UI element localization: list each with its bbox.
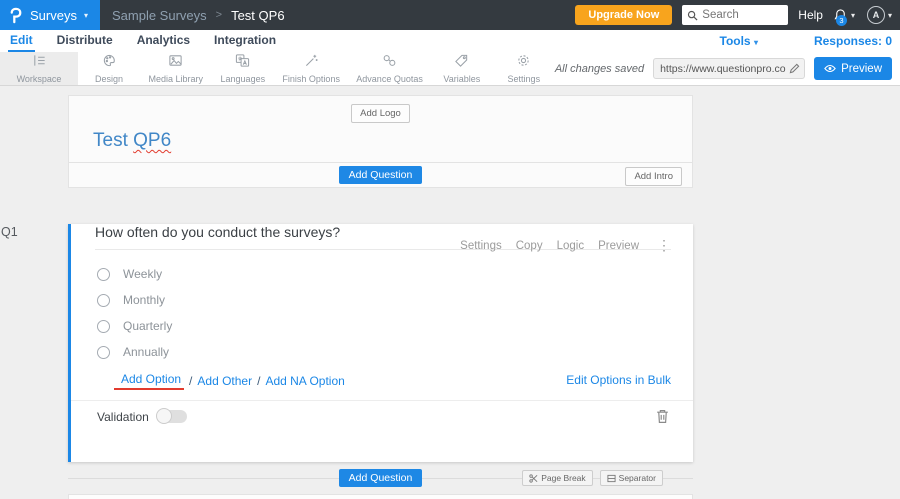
design-icon <box>102 53 117 73</box>
question-menu: Settings Copy Logic Preview ⋮ <box>460 237 671 254</box>
page-structure-buttons: Page Break Separator <box>522 470 663 486</box>
tools-menu[interactable]: Tools ▾ <box>720 34 758 48</box>
toolbar-media-library[interactable]: Media Library <box>140 52 212 85</box>
question-logic-link[interactable]: Logic <box>557 240 585 252</box>
languages-icon <box>235 53 250 73</box>
add-na-option-link[interactable]: Add NA Option <box>265 374 344 388</box>
finish-options-icon <box>304 53 319 73</box>
workspace-icon <box>32 53 47 73</box>
question-preview-link[interactable]: Preview <box>598 240 639 252</box>
option-row[interactable]: Annually <box>71 339 693 365</box>
account-menu[interactable]: A ▾ <box>866 6 892 24</box>
option-row[interactable]: Quarterly <box>71 313 693 339</box>
questionpro-logo <box>9 7 23 24</box>
validation-row: Validation <box>71 401 693 432</box>
toolbar-variables[interactable]: Variables <box>431 52 493 85</box>
breadcrumb-current: Test QP6 <box>231 7 285 23</box>
eye-icon <box>824 64 836 73</box>
add-intro-button[interactable]: Add Intro <box>625 167 682 186</box>
question-settings-link[interactable]: Settings <box>460 240 502 252</box>
option-actions-row: Add Option / Add Other / Add NA Option E… <box>114 372 671 390</box>
chevron-down-icon: ▾ <box>83 10 88 20</box>
tab-edit[interactable]: Edit <box>8 30 35 52</box>
notification-badge: 3 <box>835 14 847 26</box>
radio-icon[interactable] <box>97 293 110 307</box>
page-break-button[interactable]: Page Break <box>522 470 593 486</box>
toggle-knob <box>155 408 172 424</box>
toolbar-design[interactable]: Design <box>78 52 140 85</box>
toolbar-finish-options[interactable]: Finish Options <box>274 52 348 85</box>
radio-icon[interactable] <box>97 267 110 281</box>
tab-analytics[interactable]: Analytics <box>135 30 192 52</box>
radio-icon[interactable] <box>97 345 110 359</box>
upgrade-now-button[interactable]: Upgrade Now <box>575 5 673 25</box>
survey-nav: Edit Distribute Analytics Integration To… <box>0 30 900 52</box>
edit-options-in-bulk-link[interactable]: Edit Options in Bulk <box>566 373 671 387</box>
breadcrumb: Sample Surveys > Test QP6 <box>112 8 285 23</box>
edit-toolbar: Workspace Design Media Library Languages… <box>0 52 900 86</box>
toolbar-right: All changes saved https://www.questionpr… <box>555 52 900 85</box>
advance-quotas-icon <box>382 53 397 73</box>
nav-right: Tools ▾ Responses: 0 <box>720 30 900 52</box>
help-link[interactable]: Help <box>798 8 823 22</box>
product-switcher[interactable]: Surveys ▾ <box>0 0 100 30</box>
survey-column: Add Logo Test QP6 Add Question Add Intro… <box>68 95 693 499</box>
chevron-down-icon: ▾ <box>850 10 855 20</box>
survey-footer-card: Edit Footer Thank You Page <box>68 494 693 499</box>
radio-icon[interactable] <box>97 319 110 333</box>
question-card: Settings Copy Logic Preview ⋮ How often … <box>68 224 693 462</box>
tab-distribute[interactable]: Distribute <box>55 30 115 52</box>
topbar: Surveys ▾ Sample Surveys > Test QP6 Upgr… <box>0 0 900 30</box>
notifications-button[interactable]: 3 ▾ <box>833 8 857 26</box>
variables-icon <box>454 53 469 73</box>
trash-icon[interactable] <box>656 409 669 424</box>
survey-url-field[interactable]: https://www.questionpro.com/t/APNrFZ <box>653 58 806 79</box>
survey-editor: Q1 Add Logo Test QP6 Add Question Add In… <box>0 86 900 499</box>
toolbar-workspace[interactable]: Workspace <box>0 52 78 85</box>
questionpro-app: Surveys ▾ Sample Surveys > Test QP6 Upgr… <box>0 0 900 499</box>
intro-action-row: Add Question Add Intro <box>68 162 693 188</box>
separator-icon <box>607 474 616 483</box>
search-input[interactable] <box>702 9 783 21</box>
survey-header-card: Add Logo Test QP6 <box>68 95 693 163</box>
question-copy-link[interactable]: Copy <box>516 240 543 252</box>
settings-icon <box>516 53 531 73</box>
survey-title-misspelled-word: QP6 <box>133 130 172 151</box>
add-other-link[interactable]: Add Other <box>197 374 252 388</box>
breadcrumb-parent[interactable]: Sample Surveys <box>112 8 207 23</box>
separator-button[interactable]: Separator <box>599 470 663 486</box>
answer-options: Weekly Monthly Quarterly Annually <box>71 261 693 365</box>
pencil-icon[interactable] <box>789 63 800 74</box>
avatar: A <box>866 6 885 24</box>
chevron-down-icon: ▾ <box>887 10 892 20</box>
option-row[interactable]: Weekly <box>71 261 693 287</box>
scissors-icon <box>529 473 538 483</box>
add-question-button-bottom[interactable]: Add Question <box>338 469 423 487</box>
validation-toggle[interactable] <box>155 408 187 424</box>
search-box[interactable] <box>682 5 789 25</box>
breadcrumb-separator-icon: > <box>215 9 223 21</box>
survey-title[interactable]: Test QP6 <box>93 130 692 152</box>
topbar-actions: Upgrade Now Help 3 ▾ A ▾ <box>575 5 900 26</box>
toolbar-languages[interactable]: Languages <box>212 52 274 85</box>
toolbar-settings[interactable]: Settings <box>493 52 555 85</box>
survey-url: https://www.questionpro.com/t/APNrFZ <box>660 62 786 75</box>
responses-count: Responses: 0 <box>813 34 892 48</box>
search-icon <box>687 10 698 21</box>
toolbar-advance-quotas[interactable]: Advance Quotas <box>348 52 430 85</box>
question-action-row: Add Question Page Break Separator <box>68 462 693 494</box>
save-status: All changes saved <box>554 62 645 75</box>
kebab-menu-icon[interactable]: ⋮ <box>657 237 671 254</box>
preview-button[interactable]: Preview <box>814 57 892 80</box>
validation-label: Validation <box>97 409 149 424</box>
question-number: Q1 <box>1 225 18 239</box>
tab-integration[interactable]: Integration <box>212 30 278 52</box>
add-logo-button[interactable]: Add Logo <box>351 104 410 123</box>
add-question-button-top[interactable]: Add Question <box>338 166 423 184</box>
media-library-icon <box>168 53 183 73</box>
product-switcher-label: Surveys <box>30 7 77 23</box>
add-option-link[interactable]: Add Option <box>114 372 185 390</box>
option-row[interactable]: Monthly <box>71 287 693 313</box>
